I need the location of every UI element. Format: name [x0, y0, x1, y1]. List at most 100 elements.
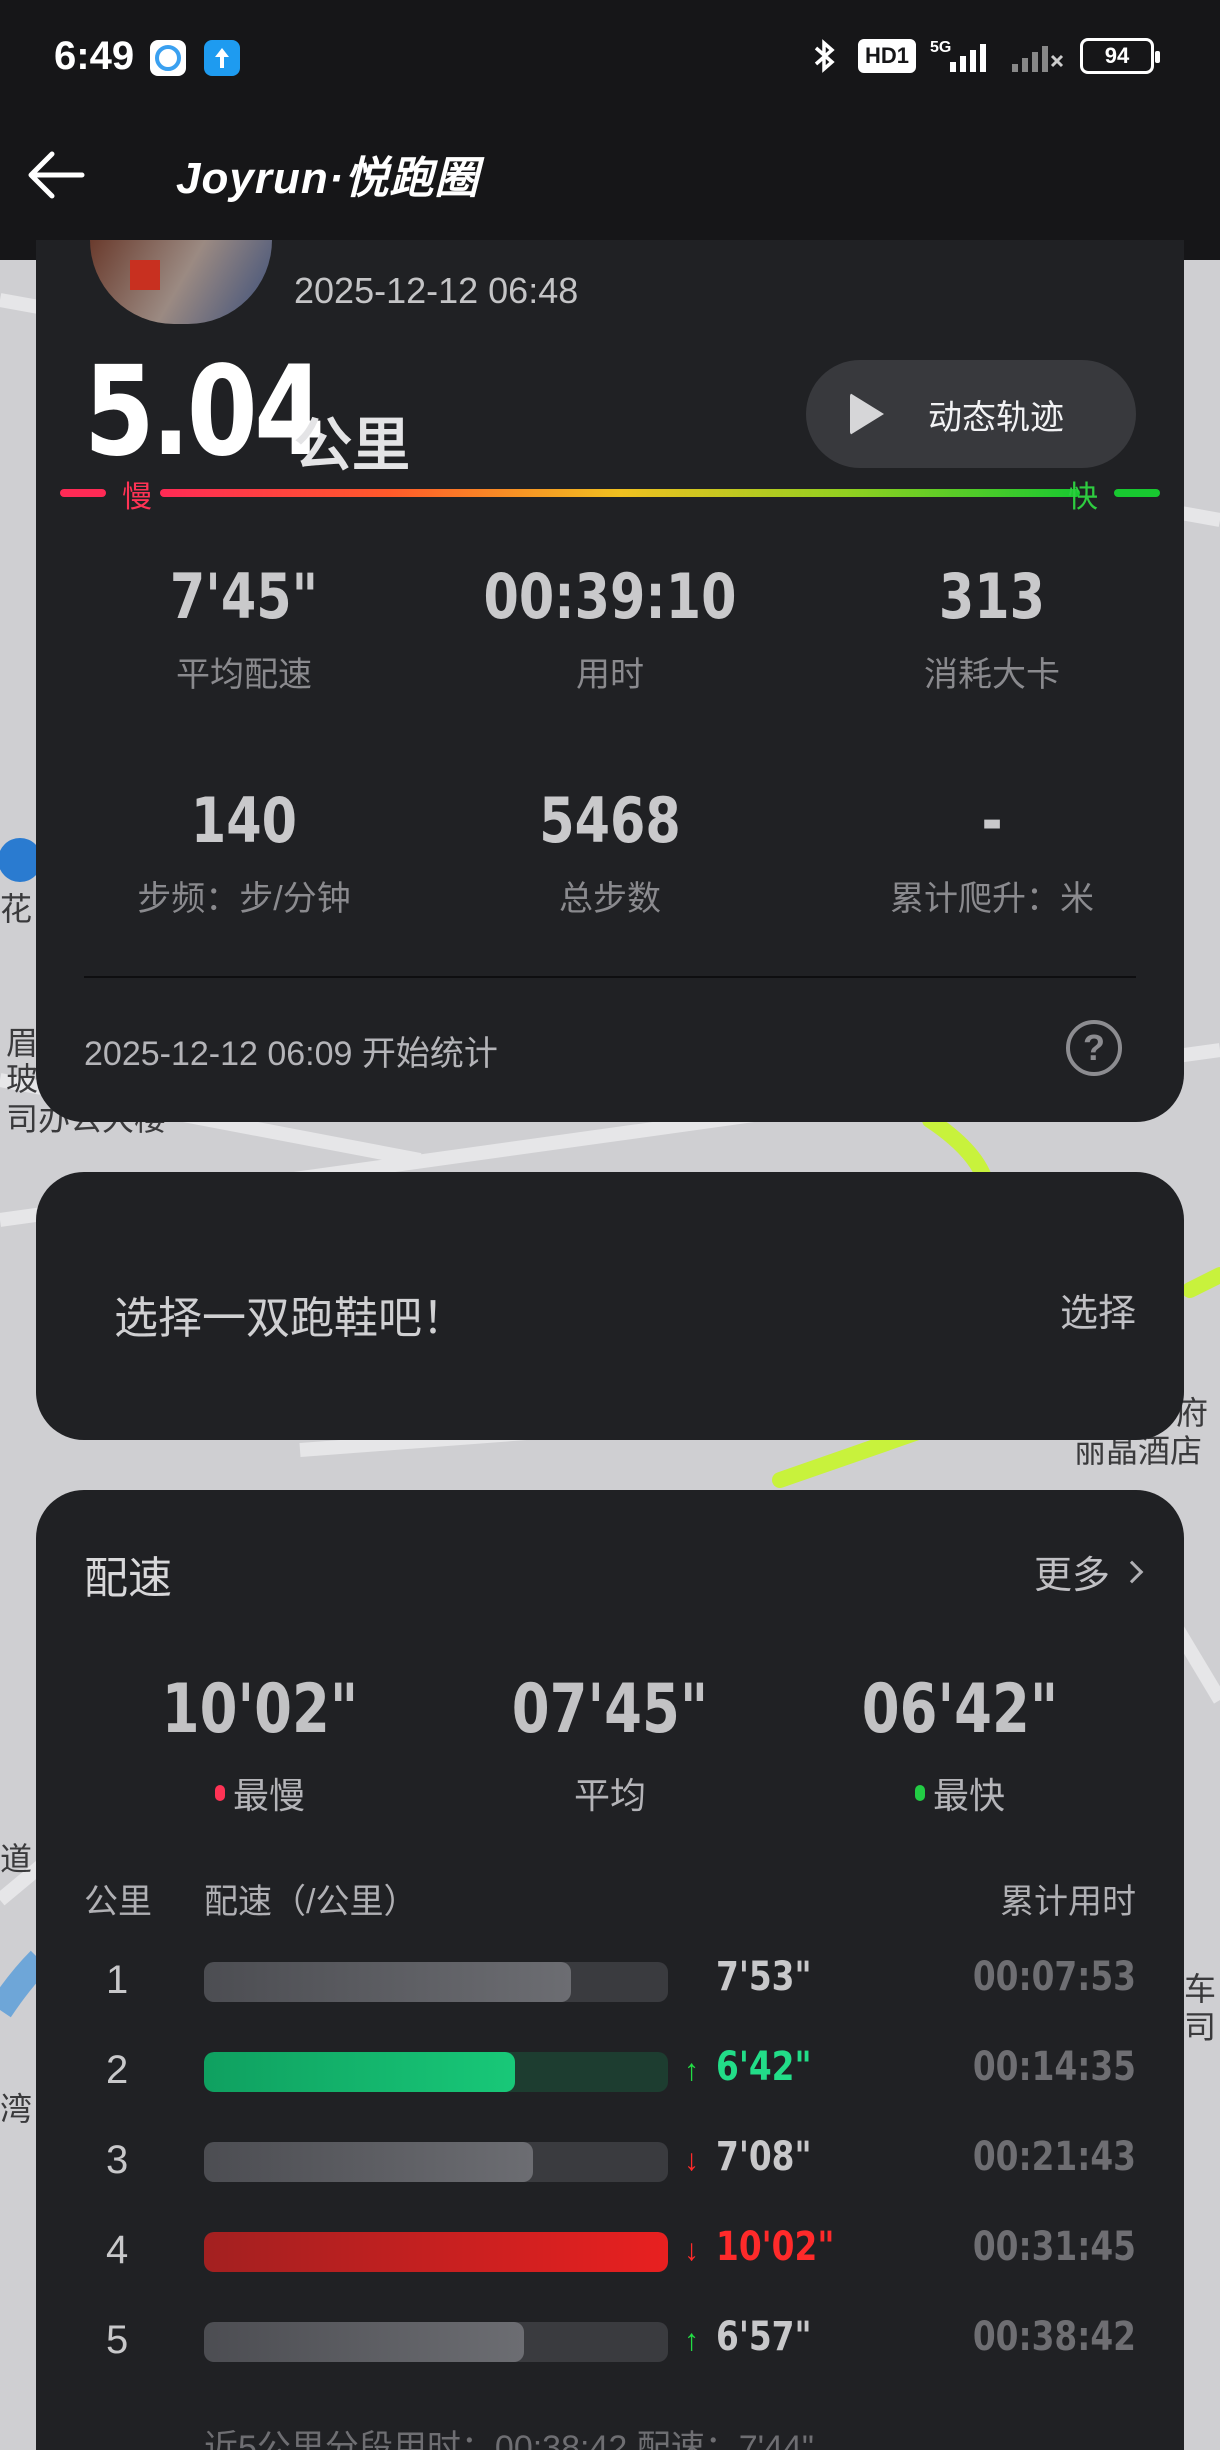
- run-datetime: 2025-12-12 06:48: [294, 270, 579, 311]
- pace-bar-track: [204, 2322, 668, 2362]
- stat-label: 步频：步/分钟: [137, 880, 351, 918]
- pace-average: 07'45" 平均: [460, 1670, 760, 1819]
- pace-row-cumulative: 00:21:43: [972, 2134, 1136, 2180]
- pace-bar-fill: [204, 1962, 571, 2002]
- map-label: 道: [0, 1841, 33, 1877]
- divider: [84, 976, 1136, 978]
- pace-average-label: 平均: [573, 1775, 646, 1816]
- question-circle-icon[interactable]: ?: [1066, 1020, 1122, 1076]
- pace-bar-track: [204, 2142, 668, 2182]
- pace-row-cumulative: 00:07:53: [972, 1954, 1136, 2000]
- map-label: 眉: [6, 1025, 39, 1061]
- stat-label: 消耗大卡: [924, 656, 1060, 694]
- pace-fastest-label: 最快: [932, 1775, 1005, 1816]
- run-summary-card: 2025-12-12 06:48 5.04 公里 动态轨迹 慢 快 7'45" …: [36, 240, 1184, 1122]
- speed-gradient-bar: [60, 489, 1160, 497]
- bluetooth-icon: [814, 39, 835, 73]
- map-label: 湾: [0, 2091, 33, 2127]
- hd-badge: HD1: [857, 39, 916, 73]
- signal-weak-icon: [1012, 46, 1064, 72]
- stat-elevation-gain: - 累计爬升：米: [822, 784, 1162, 920]
- pace-bar-track: [204, 2052, 668, 2092]
- pace-card: 配速 更多 10'02" 最慢 07'45" 平均 06'42" 最快 公里 配…: [36, 1490, 1184, 2450]
- battery-level: 94: [1104, 43, 1130, 68]
- slow-label: 慢: [122, 481, 152, 514]
- upload-app-icon: [204, 40, 240, 76]
- stat-duration: 00:39:10 用时: [440, 560, 780, 696]
- stat-label: 平均配速: [176, 656, 312, 694]
- stat-calories: 313 消耗大卡: [822, 560, 1162, 696]
- shoe-prompt: 选择一双跑鞋吧！: [114, 1294, 466, 1343]
- pace-fastest: 06'42" 最快: [810, 1670, 1110, 1819]
- pace-row-value: 10'02": [716, 2224, 835, 2270]
- pace-row: 3 ↓ 7'08" 00:21:43: [36, 2130, 1184, 2190]
- slow-dot-icon: [214, 1785, 225, 1801]
- pace-bar-track: [204, 2232, 668, 2272]
- play-icon: [850, 393, 884, 435]
- pace-row-cumulative: 00:31:45: [972, 2224, 1136, 2270]
- pace-row-value: 7'53": [716, 1954, 812, 2000]
- column-header-pace: 配速（/公里）: [204, 1883, 418, 1921]
- pace-bar-fill: [204, 2322, 525, 2362]
- pace-row-value: 6'42": [716, 2044, 812, 2090]
- app-bar: Joyrun·悦跑圈: [0, 118, 1220, 260]
- pace-row-cumulative: 00:38:42: [972, 2314, 1136, 2360]
- stat-cadence: 140 步频：步/分钟: [74, 784, 414, 920]
- pace-bar-fill: [204, 2142, 534, 2182]
- pace-row: 1 7'53" 00:07:53: [36, 1950, 1184, 2010]
- map-label: 车: [1184, 1971, 1217, 2007]
- map-label: 司: [1184, 2009, 1217, 2045]
- arrow-up-icon: ↑: [684, 2324, 699, 2357]
- stat-value: -: [981, 784, 1003, 857]
- stat-value: 5468: [539, 784, 681, 857]
- app-title: Joyrun·悦跑圈: [176, 154, 480, 203]
- chat-app-icon: [150, 40, 186, 76]
- stat-value: 140: [190, 784, 298, 857]
- select-shoe-button[interactable]: 选择: [1060, 1282, 1136, 1337]
- stat-label: 累计爬升：米: [890, 880, 1094, 918]
- stat-label: 用时: [576, 656, 644, 694]
- signal-icon: 5G: [930, 39, 986, 72]
- pace-row: 2 ↑ 6'42" 00:14:35: [36, 2040, 1184, 2100]
- pace-row-km: 5: [106, 2318, 129, 2362]
- distance-value: 5.04: [84, 340, 325, 484]
- battery-icon: 94: [1080, 38, 1160, 74]
- pace-row-km: 3: [106, 2138, 129, 2182]
- dynamic-track-label: 动态轨迹: [928, 398, 1064, 437]
- column-header-km: 公里: [84, 1883, 152, 1921]
- status-bar: 6:49 HD1 5G 94: [0, 0, 1220, 118]
- stat-total-steps: 5468 总步数: [440, 784, 780, 920]
- distance-unit: 公里: [294, 413, 411, 478]
- more-button[interactable]: 更多: [1033, 1544, 1144, 1599]
- arrow-down-icon: ↓: [684, 2144, 699, 2177]
- map-label: 花: [0, 891, 33, 927]
- pace-slowest-value: 10'02": [161, 1670, 359, 1749]
- pace-footer: 近5公里分段用时：00:38:42 配速：7'44": [204, 2429, 814, 2450]
- pace-row: 4 ↓ 10'02" 00:31:45: [36, 2220, 1184, 2280]
- stat-value: 00:39:10: [483, 560, 737, 633]
- pace-row-cumulative: 00:14:35: [972, 2044, 1136, 2090]
- start-time-text: 2025-12-12 06:09 开始统计: [84, 1035, 498, 1073]
- fast-dot-icon: [914, 1785, 925, 1801]
- arrow-up-icon: ↑: [684, 2054, 699, 2087]
- more-label: 更多: [1033, 1555, 1110, 1597]
- map-label: 玻: [6, 1061, 39, 1097]
- svg-text:5G: 5G: [930, 39, 951, 56]
- shoe-card: 选择一双跑鞋吧！ 选择: [36, 1172, 1184, 1440]
- stat-label: 总步数: [559, 880, 661, 918]
- fast-label: 快: [1068, 481, 1098, 514]
- stat-value: 7'45": [169, 560, 319, 633]
- pace-title: 配速: [84, 1554, 172, 1603]
- pace-bar-fill: [204, 2232, 668, 2272]
- avatar[interactable]: [90, 240, 272, 324]
- column-header-cumulative: 累计用时: [1000, 1883, 1136, 1921]
- pace-row-km: 4: [106, 2228, 129, 2272]
- pace-slowest: 10'02" 最慢: [110, 1670, 410, 1819]
- pace-bar-track: [204, 1962, 668, 2002]
- pace-slowest-label: 最慢: [232, 1775, 305, 1816]
- dynamic-track-button[interactable]: 动态轨迹: [806, 360, 1136, 468]
- pace-average-value: 07'45": [511, 1670, 709, 1749]
- back-arrow-icon[interactable]: [22, 140, 92, 210]
- pace-row: 5 ↑ 6'57" 00:38:42: [36, 2310, 1184, 2370]
- avatar-detail: [130, 260, 160, 290]
